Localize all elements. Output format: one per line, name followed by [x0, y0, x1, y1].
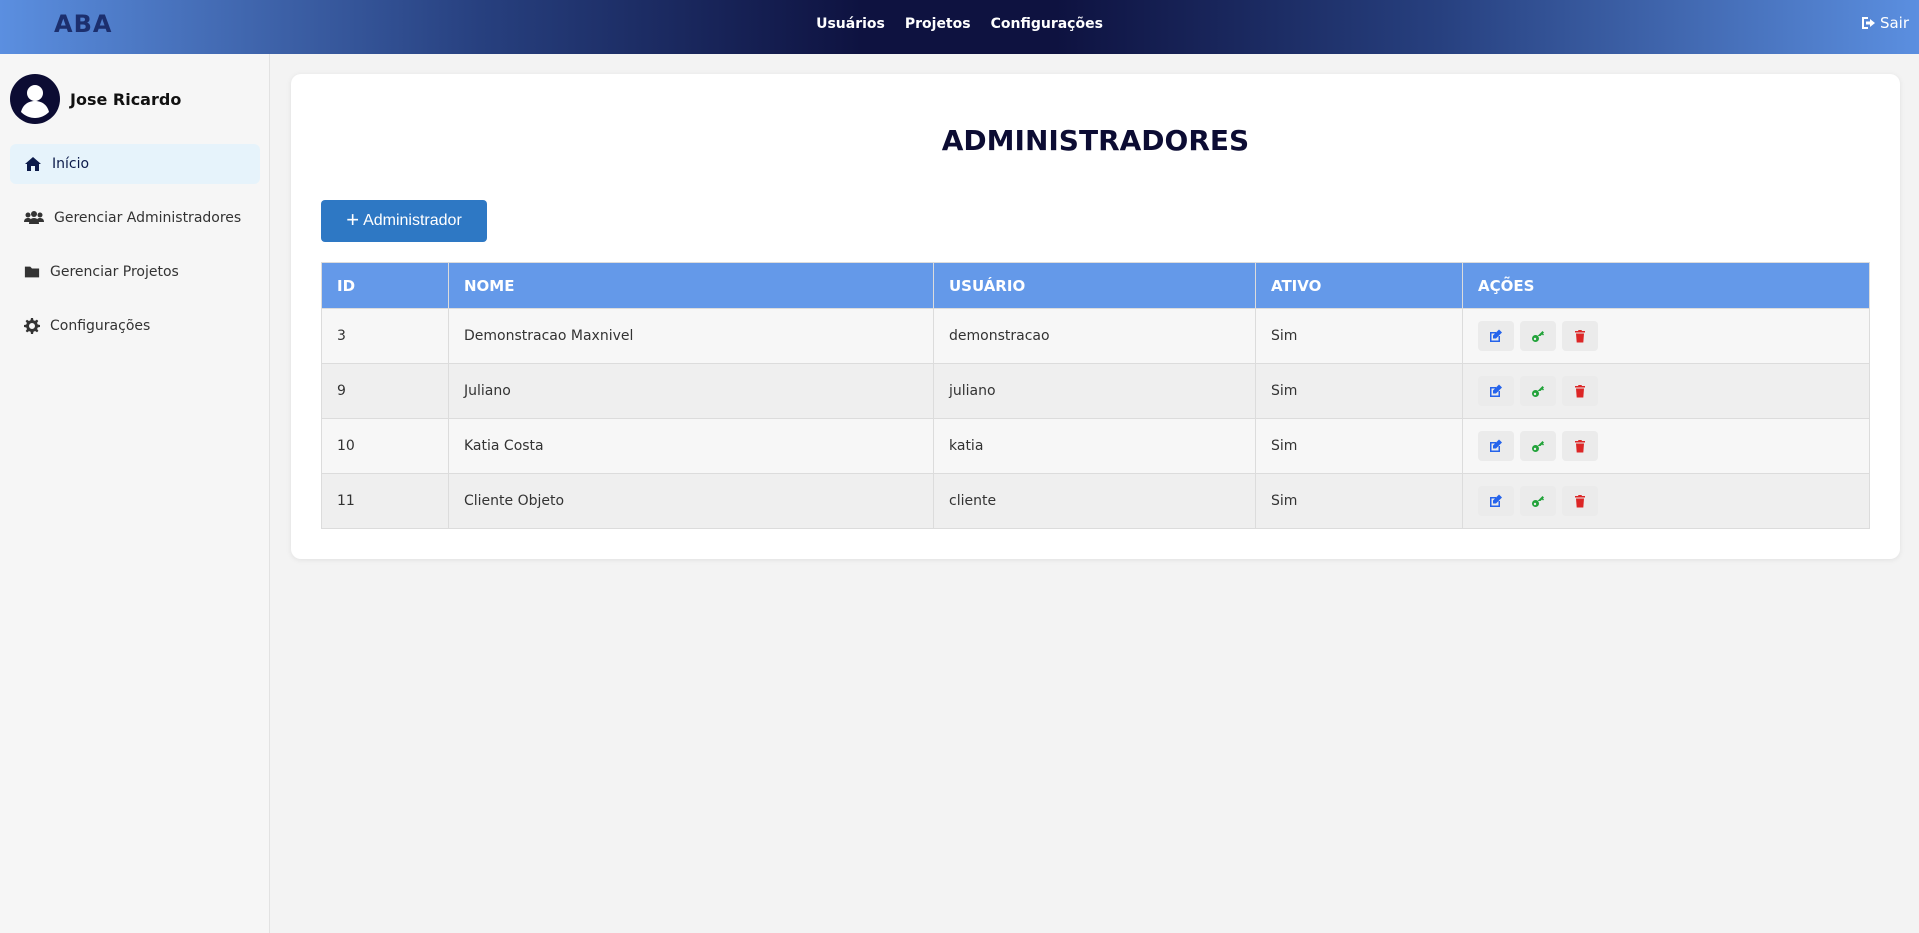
delete-button[interactable]	[1562, 321, 1598, 351]
sidebar-item-label: Gerenciar Projetos	[50, 264, 179, 280]
column-header-nome[interactable]: NOME	[448, 262, 934, 309]
logout-label: Sair	[1879, 14, 1909, 32]
gear-icon	[24, 318, 40, 334]
add-button-label: Administrador	[363, 212, 462, 229]
user-icon	[21, 85, 49, 118]
folder-icon	[24, 266, 40, 278]
cell-id: 9	[321, 363, 449, 419]
key-icon	[1532, 441, 1544, 452]
home-icon	[25, 157, 41, 171]
edit-icon	[1490, 329, 1502, 342]
cell-acoes	[1462, 473, 1870, 529]
top-nav: Usuários Projetos Configurações	[0, 16, 1919, 32]
column-header-id[interactable]: ID	[321, 262, 449, 309]
cell-ativo: Sim	[1255, 308, 1463, 364]
users-icon	[24, 211, 44, 224]
sidebar-item-gerenciar-administradores[interactable]: Gerenciar Administradores	[10, 198, 260, 238]
edit-button[interactable]	[1478, 486, 1514, 516]
column-header-ativo[interactable]: ATIVO	[1255, 262, 1463, 309]
edit-button[interactable]	[1478, 321, 1514, 351]
sidebar-item-gerenciar-projetos[interactable]: Gerenciar Projetos	[10, 252, 260, 292]
logout-icon	[1861, 17, 1875, 29]
sidebar-item-label: Configurações	[50, 318, 151, 334]
table-row: 3 Demonstracao Maxnivel demonstracao Sim	[321, 308, 1870, 364]
table-header-row: ID NOME USUÁRIO ATIVO AÇÕES	[321, 262, 1870, 309]
administrators-table: ID NOME USUÁRIO ATIVO AÇÕES 3 Demonstrac…	[321, 262, 1870, 529]
admin-card: ADMINISTRADORES + Administrador ID NOME …	[291, 74, 1900, 559]
row-actions	[1478, 486, 1869, 516]
delete-button[interactable]	[1562, 376, 1598, 406]
cell-ativo: Sim	[1255, 473, 1463, 529]
cell-nome: Cliente Objeto	[448, 473, 934, 529]
cell-id: 11	[321, 473, 449, 529]
key-icon	[1532, 496, 1544, 507]
edit-button[interactable]	[1478, 376, 1514, 406]
edit-icon	[1490, 439, 1502, 452]
trash-icon	[1575, 330, 1585, 343]
top-bar: ABA Usuários Projetos Configurações Sair	[0, 0, 1919, 54]
cell-usuario: katia	[933, 418, 1256, 474]
column-header-usuario[interactable]: USUÁRIO	[933, 262, 1256, 309]
delete-button[interactable]	[1562, 486, 1598, 516]
cell-acoes	[1462, 308, 1870, 364]
nav-projetos[interactable]: Projetos	[905, 16, 971, 32]
edit-button[interactable]	[1478, 431, 1514, 461]
sidebar-item-label: Início	[52, 156, 90, 172]
cell-id: 10	[321, 418, 449, 474]
cell-nome: Demonstracao Maxnivel	[448, 308, 934, 364]
cell-usuario: juliano	[933, 363, 1256, 419]
sidebar-item-inicio[interactable]: Início	[10, 144, 260, 184]
cell-acoes	[1462, 363, 1870, 419]
cell-usuario: cliente	[933, 473, 1256, 529]
key-icon	[1532, 386, 1544, 397]
key-button[interactable]	[1520, 376, 1556, 406]
nav-configuracoes[interactable]: Configurações	[991, 16, 1103, 32]
page-title: ADMINISTRADORES	[941, 124, 1250, 157]
key-button[interactable]	[1520, 486, 1556, 516]
user-profile: Jose Ricardo	[10, 74, 181, 124]
sidebar: Jose Ricardo Início Gerenciar Administra…	[0, 54, 270, 933]
logout-button[interactable]: Sair	[1861, 14, 1909, 32]
key-button[interactable]	[1520, 431, 1556, 461]
cell-ativo: Sim	[1255, 418, 1463, 474]
cell-nome: Juliano	[448, 363, 934, 419]
add-administrator-button[interactable]: + Administrador	[321, 200, 487, 242]
delete-button[interactable]	[1562, 431, 1598, 461]
cell-id: 3	[321, 308, 449, 364]
row-actions	[1478, 376, 1869, 406]
plus-icon: +	[346, 207, 360, 232]
cell-acoes	[1462, 418, 1870, 474]
sidebar-menu: Início Gerenciar Administradores Gerenci…	[10, 144, 260, 360]
user-name: Jose Ricardo	[70, 89, 182, 109]
table-row: 9 Juliano juliano Sim	[321, 363, 1870, 419]
trash-icon	[1575, 495, 1585, 508]
cell-nome: Katia Costa	[448, 418, 934, 474]
edit-icon	[1490, 494, 1502, 507]
key-button[interactable]	[1520, 321, 1556, 351]
row-actions	[1478, 431, 1869, 461]
sidebar-item-configuracoes[interactable]: Configurações	[10, 306, 260, 346]
avatar	[10, 74, 60, 124]
cell-usuario: demonstracao	[933, 308, 1256, 364]
edit-icon	[1490, 384, 1502, 397]
row-actions	[1478, 321, 1869, 351]
trash-icon	[1575, 385, 1585, 398]
sidebar-item-label: Gerenciar Administradores	[54, 210, 242, 226]
column-header-acoes: AÇÕES	[1462, 262, 1870, 309]
table-row: 11 Cliente Objeto cliente Sim	[321, 473, 1870, 529]
trash-icon	[1575, 440, 1585, 453]
cell-ativo: Sim	[1255, 363, 1463, 419]
key-icon	[1532, 331, 1544, 342]
table-row: 10 Katia Costa katia Sim	[321, 418, 1870, 474]
nav-usuarios[interactable]: Usuários	[816, 16, 885, 32]
